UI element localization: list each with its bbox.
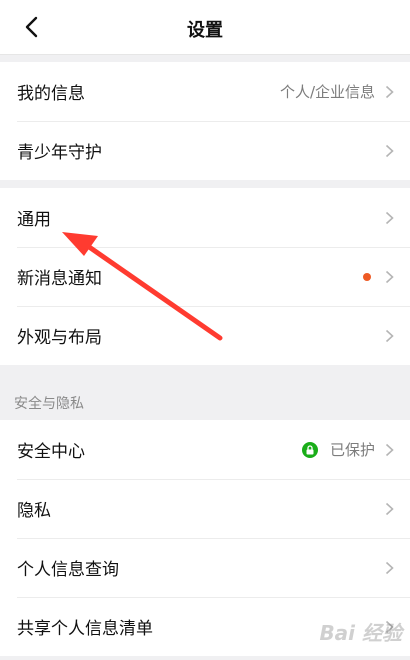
settings-item-general[interactable]: 通用 bbox=[0, 188, 410, 247]
watermark-logo: Bai 经验 bbox=[319, 621, 402, 645]
lock-icon bbox=[301, 441, 318, 458]
header-bar: 设置 bbox=[0, 0, 410, 55]
settings-item-label: 安全中心 bbox=[17, 442, 85, 462]
chevron-right-icon bbox=[385, 561, 394, 574]
settings-group-account: 我的信息 个人/企业信息 青少年守护 bbox=[0, 62, 410, 180]
settings-item-security-center[interactable]: 安全中心 已保护 bbox=[0, 420, 410, 479]
settings-item-label: 我的信息 bbox=[17, 84, 85, 104]
settings-item-privacy[interactable]: 隐私 bbox=[0, 479, 410, 538]
settings-item-label: 青少年守护 bbox=[17, 143, 102, 163]
settings-item-appearance-layout[interactable]: 外观与布局 bbox=[0, 306, 410, 365]
settings-item-new-message-notification[interactable]: 新消息通知 bbox=[0, 247, 410, 306]
settings-item-label: 新消息通知 bbox=[17, 269, 102, 289]
settings-item-personal-info-query[interactable]: 个人信息查询 bbox=[0, 538, 410, 597]
settings-item-label: 个人信息查询 bbox=[17, 560, 119, 580]
settings-item-label: 隐私 bbox=[17, 501, 51, 521]
settings-item-value: 已保护 bbox=[329, 441, 375, 459]
settings-item-label: 外观与布局 bbox=[17, 328, 102, 348]
chevron-right-icon bbox=[385, 270, 394, 283]
chevron-right-icon bbox=[385, 443, 394, 456]
chevron-right-icon bbox=[385, 144, 394, 157]
settings-group-general: 通用 新消息通知 外观与布局 bbox=[0, 188, 410, 365]
settings-item-value: 个人/企业信息 bbox=[279, 83, 375, 101]
settings-item-youth-protection[interactable]: 青少年守护 bbox=[0, 121, 410, 180]
chevron-right-icon bbox=[385, 329, 394, 342]
unread-dot-badge bbox=[363, 272, 371, 281]
settings-screen: 设置 我的信息 个人/企业信息 青少年守护 通用 新消息通知 外观与布局 安全与… bbox=[0, 0, 410, 660]
settings-item-label: 通用 bbox=[17, 210, 51, 230]
settings-item-my-info[interactable]: 我的信息 个人/企业信息 bbox=[0, 62, 410, 121]
section-title-security-privacy: 安全与隐私 bbox=[14, 396, 84, 412]
page-title: 设置 bbox=[187, 20, 223, 41]
chevron-right-icon bbox=[385, 502, 394, 515]
chevron-right-icon bbox=[385, 211, 394, 224]
chevron-right-icon bbox=[385, 85, 394, 98]
